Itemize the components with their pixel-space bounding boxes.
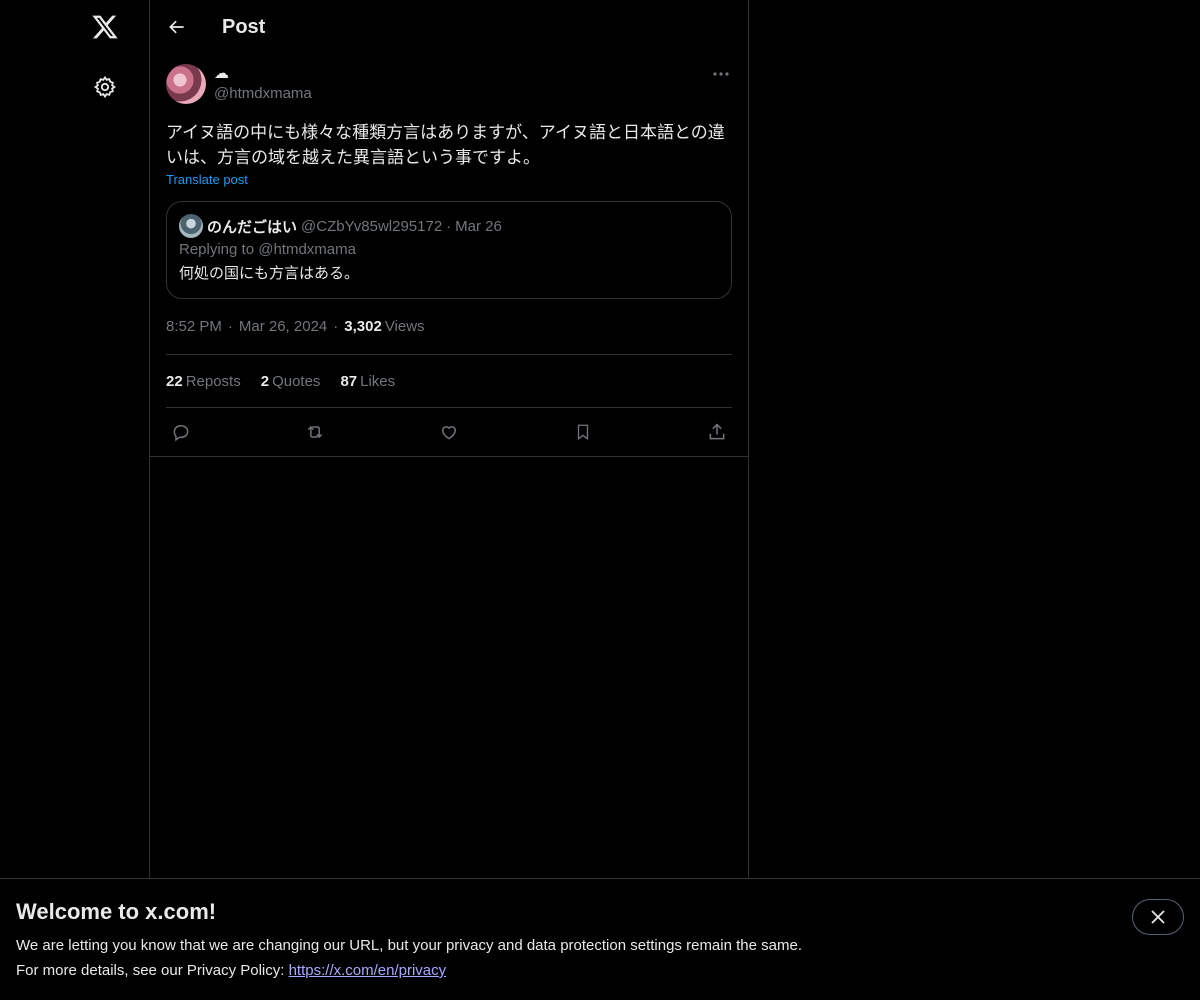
like-icon[interactable] (438, 421, 460, 443)
quotes-label: Quotes (272, 372, 321, 390)
views-label: Views (384, 318, 425, 335)
quotes-stat[interactable]: 2 Quotes (261, 373, 321, 390)
banner-title: Welcome to x.com! (16, 899, 217, 924)
separator: · (227, 318, 233, 335)
post-stats: 22 Reposts 2 Quotes 87 Likes (166, 355, 732, 408)
views-count: 3,302 (344, 318, 382, 335)
post-date[interactable]: Mar 26, 2024 (239, 318, 327, 335)
reply-icon[interactable] (170, 421, 192, 443)
reposts-count: 22 (166, 372, 183, 390)
avatar[interactable] (166, 64, 206, 104)
close-banner-button[interactable] (1132, 899, 1184, 935)
back-arrow-icon[interactable] (166, 16, 188, 38)
gear-icon[interactable] (88, 70, 122, 104)
post-text-line: アイヌ語の中にも様々な種類方言はありますが、アイヌ語と日本語との違 (166, 123, 725, 142)
welcome-banner: Welcome to x.com! We are letting you kno… (0, 878, 1200, 1000)
quote-text: 何処の国にも方言はある。 (179, 265, 360, 282)
bookmark-icon[interactable] (572, 421, 594, 443)
reposts-label: Reposts (185, 372, 241, 390)
left-nav (0, 0, 149, 1000)
replying-to: Replying to @htmdxmama (179, 241, 356, 258)
close-icon (1151, 910, 1165, 924)
action-bar (166, 408, 732, 456)
main-column: Post ☁ @htmdxmama アイヌ語の中にも様々な種類方言はありますが、… (149, 0, 749, 1000)
quote-header: のんだごはい @CZbYv85wl295172 · Mar 26 (179, 214, 719, 238)
translate-post-link[interactable]: Translate post (166, 172, 248, 187)
handle[interactable]: @htmdxmama (214, 84, 312, 104)
post: ☁ @htmdxmama アイヌ語の中にも様々な種類方言はありますが、アイヌ語と… (150, 54, 748, 457)
post-time[interactable]: 8:52 PM (166, 318, 222, 335)
separator: · (333, 318, 339, 335)
share-icon[interactable] (706, 421, 728, 443)
separator: · (446, 217, 452, 235)
banner-details: For more details, see our Privacy Policy… (16, 962, 446, 979)
author-info: ☁ @htmdxmama (214, 64, 312, 104)
reposts-stat[interactable]: 22 Reposts (166, 373, 241, 390)
likes-count: 87 (340, 372, 358, 390)
likes-label: Likes (360, 372, 396, 390)
banner-message: We are letting you know that we are chan… (16, 937, 802, 954)
display-name[interactable]: ☁ (214, 64, 312, 84)
repost-icon[interactable] (304, 421, 326, 443)
banner-details-text: For more details, see our Privacy Policy… (16, 962, 289, 979)
quotes-count: 2 (260, 372, 270, 390)
quote-display-name: のんだごはい (207, 218, 298, 236)
more-options-icon[interactable] (710, 64, 732, 84)
likes-stat[interactable]: 87 Likes (340, 373, 395, 390)
quote-avatar (179, 214, 203, 238)
post-text: アイヌ語の中にも様々な種類方言はありますが、アイヌ語と日本語との違 いは、方言の… (166, 120, 732, 170)
quoted-post[interactable]: のんだごはい @CZbYv85wl295172 · Mar 26 Replyin… (166, 201, 732, 299)
post-text-line: いは、方言の域を越えた異言語という事ですよ。 (166, 148, 540, 167)
header: Post (150, 0, 748, 54)
quote-handle: @CZbYv85wl295172 (301, 217, 443, 235)
post-meta: 8:52 PM · Mar 26, 2024 · 3,302 Views (166, 299, 732, 355)
page-title: Post (222, 15, 266, 38)
author-row: ☁ @htmdxmama (166, 64, 732, 108)
privacy-policy-link[interactable]: https://x.com/en/privacy (289, 962, 447, 979)
quote-date: Mar 26 (455, 217, 502, 235)
x-logo-icon[interactable] (88, 10, 122, 44)
